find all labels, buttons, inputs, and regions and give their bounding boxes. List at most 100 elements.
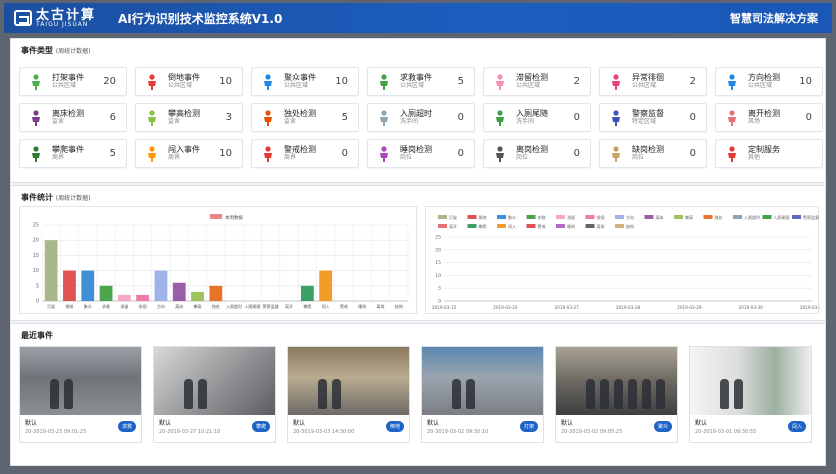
event-type-name: 入厕超时 bbox=[400, 108, 432, 118]
event-types-subtitle: (周统计数据) bbox=[55, 48, 91, 55]
event-type-area: 监舍 bbox=[52, 118, 65, 126]
legend-swatch bbox=[438, 224, 447, 228]
leave-icon bbox=[722, 108, 742, 128]
event-type-tag[interactable]: 求救 bbox=[117, 421, 136, 432]
event-snapshot[interactable] bbox=[288, 347, 409, 415]
bar bbox=[209, 285, 223, 301]
bar bbox=[154, 270, 168, 301]
legend-label: 警察监督 bbox=[803, 214, 819, 220]
event-type-card[interactable]: 入厕超时 洗手间 0 bbox=[367, 103, 475, 132]
event-type-card[interactable]: 离开检测 风场 0 bbox=[715, 103, 823, 132]
event-type-card[interactable]: 睡岗检测 岗位 0 bbox=[367, 139, 475, 168]
event-type-card[interactable]: 离岗检测 岗位 0 bbox=[483, 139, 591, 168]
legend-swatch bbox=[497, 224, 506, 228]
event-type-tag[interactable]: 打架 bbox=[519, 421, 538, 432]
person-silhouette bbox=[720, 379, 729, 409]
event-snapshot[interactable] bbox=[422, 347, 543, 415]
stats-subtitle: (周统计数据) bbox=[55, 195, 91, 202]
event-type-area: 洗手间 bbox=[400, 118, 419, 126]
event-type-tag[interactable]: 聚众 bbox=[653, 421, 672, 432]
recent-event-card[interactable]: 默认 20-3019-03-23 09:01:25 求救 bbox=[19, 346, 142, 443]
legend-swatch bbox=[467, 224, 477, 228]
person-silhouette bbox=[600, 379, 609, 409]
event-type-card[interactable]: 离床检测 监舍 6 bbox=[19, 103, 127, 132]
event-snapshot[interactable] bbox=[690, 347, 811, 415]
event-type-card[interactable]: 入厕尾随 洗手间 0 bbox=[483, 103, 591, 132]
person-silhouette bbox=[466, 379, 475, 409]
event-type-card[interactable]: 聚众事件 公共区域 10 bbox=[251, 67, 359, 96]
x-tick-label: 2019-03-30 bbox=[738, 305, 763, 310]
legend-label: 离床 bbox=[656, 214, 664, 220]
recent-event-card[interactable]: 默认 20-3019-03-02 09:30:10 打架 bbox=[421, 346, 544, 443]
event-type-name: 离床检测 bbox=[52, 108, 84, 118]
police-icon bbox=[606, 108, 626, 128]
bar bbox=[81, 270, 95, 301]
x-tick-label: 2019-03-20 bbox=[493, 305, 518, 310]
line-chart: 打架 倒地 聚众 求救 滞留 徘徊 方向 离床 攀高 独处 入厕超时 入厕尾随 警察监督离开 攀爬 闯入 警戒… bbox=[432, 214, 825, 310]
recent-event-card[interactable]: 默认 20-3019-03-02 09:05:25 聚众 bbox=[555, 346, 678, 443]
legend-swatch bbox=[526, 224, 536, 228]
person-silhouette bbox=[642, 379, 651, 409]
event-snapshot[interactable] bbox=[556, 347, 677, 415]
event-types-section: 事件类型 (周统计数据) 打架事件 公共区域 20 倒地事件 公共区域 10 聚众事件 公共区… bbox=[10, 38, 826, 183]
wander-icon bbox=[606, 72, 626, 92]
event-type-tag[interactable]: 攀爬 bbox=[251, 421, 270, 432]
event-type-name: 方向检测 bbox=[748, 72, 780, 82]
y-tick-label: 15 bbox=[435, 260, 441, 266]
legend-label: 警戒 bbox=[538, 223, 546, 229]
recent-events-list: 默认 20-3019-03-23 09:01:25 求救 默认 20-3019-03-2… bbox=[19, 346, 812, 443]
event-type-name: 聚众事件 bbox=[284, 72, 316, 82]
event-type-card[interactable]: 异常徘徊 公共区域 2 bbox=[599, 67, 707, 96]
legend-swatch bbox=[556, 215, 565, 219]
event-type-card[interactable]: 倒地事件 公共区域 10 bbox=[135, 67, 243, 96]
x-tick-label: 聚众 bbox=[84, 303, 92, 309]
person-silhouette bbox=[452, 379, 461, 409]
x-tick-label: 2019-03-29 bbox=[677, 305, 702, 310]
event-type-card[interactable]: 缺岗检测 岗位 0 bbox=[599, 139, 707, 168]
x-tick-label: 倒地 bbox=[65, 303, 73, 309]
event-type-name: 警察监督 bbox=[632, 108, 664, 118]
event-snapshot[interactable] bbox=[20, 347, 141, 415]
event-type-card[interactable]: 滞留检测 公共区域 2 bbox=[483, 67, 591, 96]
main-panel: 事件类型 (周统计数据) 打架事件 公共区域 20 倒地事件 公共区域 10 聚众事件 公共区… bbox=[10, 38, 826, 466]
event-type-tag[interactable]: 倒地 bbox=[385, 421, 404, 432]
event-type-count: 0 bbox=[457, 112, 464, 123]
recent-event-card[interactable]: 默认 20-3019-03-27 10:21:10 攀爬 bbox=[153, 346, 276, 443]
event-type-card[interactable]: 独处检测 监舍 5 bbox=[251, 103, 359, 132]
event-type-card[interactable]: 求救事件 公共区域 5 bbox=[367, 67, 475, 96]
diamond-icon bbox=[722, 144, 742, 164]
event-type-count: 0 bbox=[689, 148, 696, 159]
event-type-card[interactable]: 警戒检测 周界 0 bbox=[251, 139, 359, 168]
bar-chart-box: 本周数据 0 5 10 15 20 25 打架 倒地 聚众 求救 滞留 徘徊 方向 离床 攀高 独处 入厕超时 入厕… bbox=[19, 206, 417, 314]
event-type-card[interactable]: 方向检测 公共区域 10 bbox=[715, 67, 823, 96]
bed-icon bbox=[26, 108, 46, 128]
event-snapshot[interactable] bbox=[154, 347, 275, 415]
event-types-title: 事件类型 bbox=[21, 46, 53, 55]
recent-event-card[interactable]: 默认 20-3019-03-01 09:30:55 闯入 bbox=[689, 346, 812, 443]
event-type-name: 闯入事件 bbox=[168, 144, 200, 154]
event-type-tag[interactable]: 闯入 bbox=[787, 421, 806, 432]
legend-swatch bbox=[467, 215, 477, 219]
event-type-card[interactable]: 攀爬事件 周界 5 bbox=[19, 139, 127, 168]
slogan: 智慧司法解决方案 bbox=[730, 12, 818, 25]
event-type-card[interactable]: 定制服务 其他 bbox=[715, 139, 823, 168]
event-type-card[interactable]: 打架事件 公共区域 20 bbox=[19, 67, 127, 96]
event-type-card[interactable]: 闯入事件 周界 10 bbox=[135, 139, 243, 168]
x-tick-label: 离开 bbox=[285, 303, 293, 309]
recent-event-card[interactable]: 默认 20-3019-03-03 14:30:00 倒地 bbox=[287, 346, 410, 443]
event-type-card[interactable]: 攀高检测 监舍 3 bbox=[135, 103, 243, 132]
climb-icon bbox=[142, 108, 162, 128]
top-bar: 太古计算 TAIGU JISUAN AI行为识别技术监控系统V1.0 智慧司法解… bbox=[4, 3, 832, 33]
alone-icon bbox=[258, 108, 278, 128]
event-type-name: 打架事件 bbox=[52, 72, 84, 82]
x-tick-label: 攀高 bbox=[194, 303, 202, 309]
event-type-card[interactable]: 警察监督 特定区域 0 bbox=[599, 103, 707, 132]
event-type-area: 监舍 bbox=[168, 118, 181, 126]
bar-chart: 本周数据 0 5 10 15 20 25 打架 倒地 聚众 求救 滞留 徘徊 方向 离床 攀高 独处 入厕超时 入厕… bbox=[33, 214, 409, 309]
y-tick-label: 5 bbox=[438, 286, 441, 292]
stats-section: 事件统计 (周统计数据) 本周数据 0 5 10 15 20 25 打架 倒地 聚众 求救 滞留 徘徊方… bbox=[10, 185, 826, 321]
logo-icon bbox=[14, 10, 32, 26]
event-type-area: 公共区域 bbox=[284, 82, 309, 90]
legend-swatch bbox=[497, 215, 506, 219]
y-tick-label: 15 bbox=[33, 253, 39, 259]
